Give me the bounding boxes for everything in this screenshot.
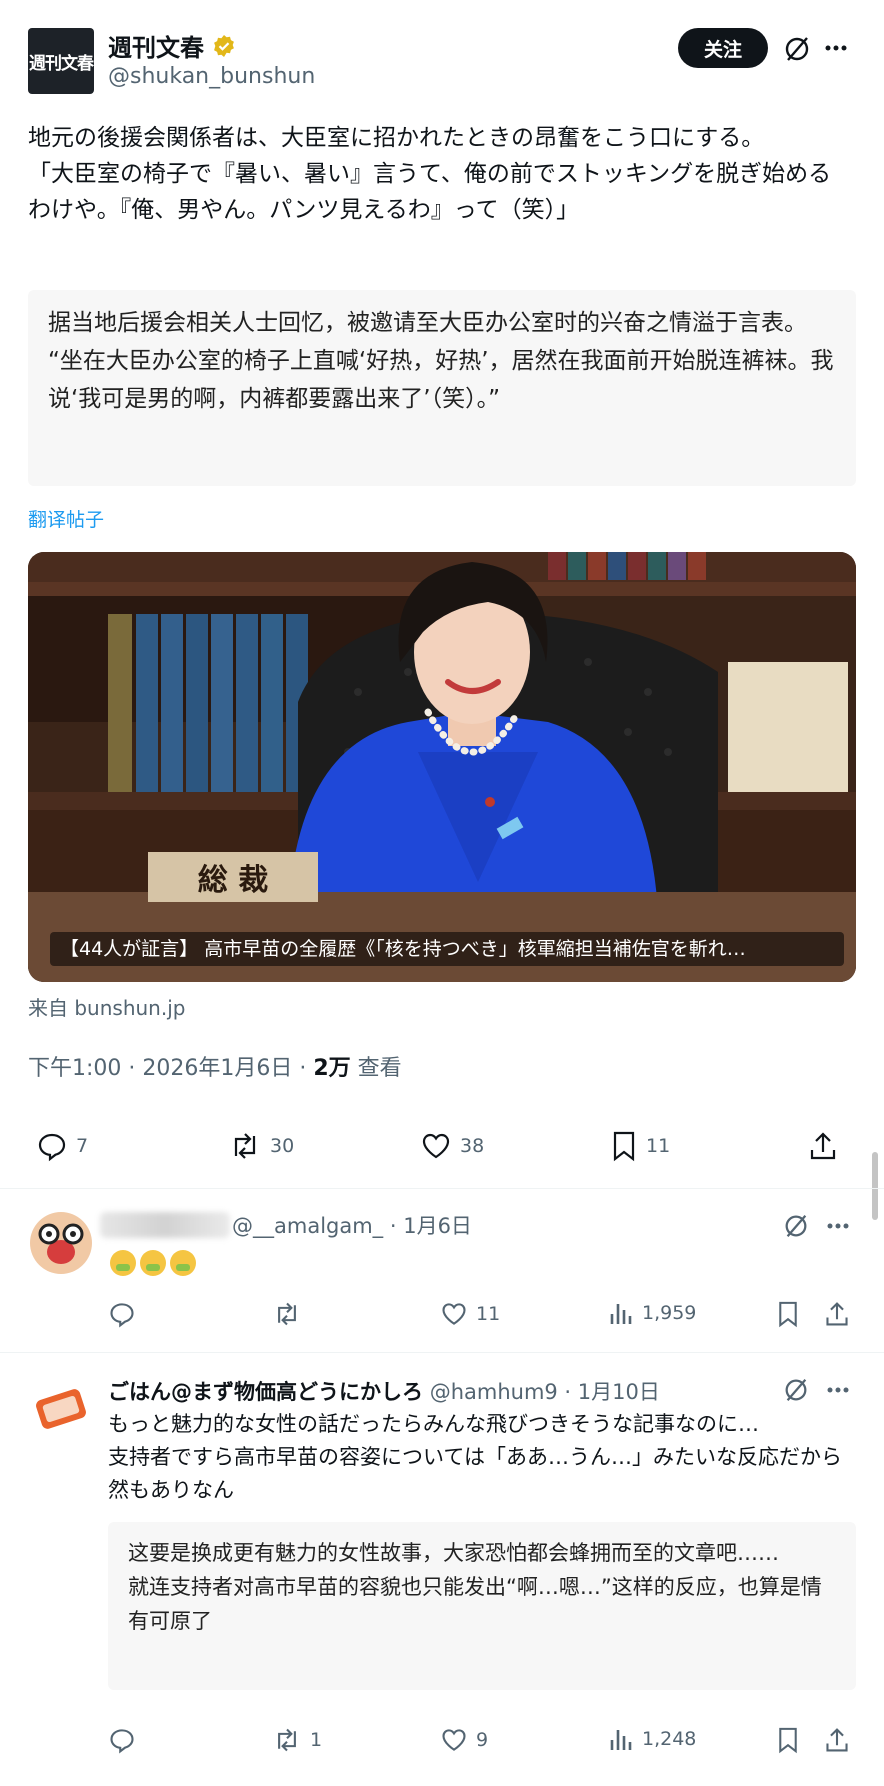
- bookmark-button[interactable]: 11: [610, 1130, 670, 1162]
- reply-avatar[interactable]: [28, 1376, 94, 1446]
- heart-icon: [420, 1130, 452, 1162]
- share-icon: [808, 1130, 838, 1162]
- post-translation: 据当地后援会相关人士回忆，被邀请至大臣办公室时的兴奋之情溢于言表。 “坐在大臣办…: [48, 310, 834, 412]
- verified-badge-icon: [212, 34, 236, 58]
- link-card-image[interactable]: 総 裁: [28, 552, 856, 982]
- repost-icon: [272, 1300, 302, 1328]
- reply-icon: [108, 1300, 136, 1328]
- author-name-row[interactable]: 週刊文春: [108, 28, 236, 63]
- translate-post-link[interactable]: 翻译帖子: [28, 505, 104, 532]
- views-count: 2万: [313, 1056, 351, 1081]
- reply-icon: [108, 1726, 136, 1754]
- share-button[interactable]: [824, 1300, 850, 1328]
- reply-author-name[interactable]: ごはん@まず物価高どうにかしろ: [108, 1380, 423, 1404]
- bookmark-icon: [776, 1300, 800, 1328]
- more-options-icon[interactable]: [824, 44, 848, 52]
- analytics-icon: [608, 1300, 634, 1326]
- post-text: 地元の後援会関係者は、大臣室に招かれたときの昂奮をこう口にする。 「大臣室の椅子…: [28, 125, 832, 223]
- reply-handle-date[interactable]: @__amalgam_ · 1月6日: [232, 1210, 472, 1240]
- like-count: 9: [476, 1729, 489, 1751]
- reply-button[interactable]: 7: [36, 1130, 88, 1162]
- grok-icon[interactable]: [782, 34, 812, 64]
- reply-author-row: ごはん@まず物価高どうにかしろ @hamhum9 · 1月10日: [108, 1376, 660, 1406]
- views-count: 1,248: [642, 1728, 697, 1750]
- reply-emoji-row: [110, 1250, 200, 1276]
- desk-nameplate: 総 裁: [198, 863, 268, 898]
- bookmark-icon: [776, 1726, 800, 1754]
- reply-avatar[interactable]: [28, 1210, 94, 1280]
- grok-icon[interactable]: [782, 1376, 810, 1404]
- nauseated-face-icon: [170, 1250, 196, 1276]
- share-button[interactable]: [808, 1130, 838, 1162]
- heart-icon: [440, 1726, 468, 1754]
- like-button[interactable]: 11: [440, 1300, 500, 1328]
- repost-icon: [228, 1130, 262, 1162]
- share-button[interactable]: [824, 1726, 850, 1754]
- reply-text: もっと魅力的な女性の話だったらみんな飛びつきそうな記事なのに… 支持者ですら高市…: [108, 1412, 842, 1502]
- share-icon: [824, 1300, 850, 1328]
- repost-button[interactable]: 1: [272, 1726, 322, 1754]
- bookmark-count: 11: [646, 1135, 671, 1157]
- heart-icon: [440, 1300, 468, 1328]
- reply-icon: [36, 1130, 68, 1162]
- card-caption: 【44人が証言】 高市早苗の全履歴《「核を持つべき」核軍縮担当補佐官を斬れ…: [50, 932, 844, 966]
- nauseated-face-icon: [140, 1250, 166, 1276]
- share-icon: [824, 1726, 850, 1754]
- author-avatar[interactable]: 週刊文春: [28, 28, 94, 94]
- bookmark-button[interactable]: [776, 1300, 800, 1328]
- like-button[interactable]: 9: [440, 1726, 488, 1754]
- views-count: 1,959: [642, 1302, 697, 1324]
- bookmark-icon: [610, 1130, 638, 1162]
- analytics-icon: [608, 1726, 634, 1752]
- follow-button[interactable]: 关注: [678, 28, 768, 68]
- repost-icon: [272, 1726, 302, 1754]
- reply-button[interactable]: [108, 1726, 136, 1754]
- more-options-icon[interactable]: [826, 1386, 850, 1394]
- reply-handle-date[interactable]: @hamhum9 · 1月10日: [430, 1380, 660, 1404]
- repost-count: 1: [310, 1729, 323, 1751]
- divider: [0, 1352, 884, 1353]
- more-options-icon[interactable]: [826, 1222, 850, 1230]
- like-button[interactable]: 38: [420, 1130, 484, 1162]
- reply-translation: 这要是换成更有魅力的女性故事，大家恐怕都会蜂拥而至的文章吧…… 就连支持者对高市…: [128, 1541, 822, 1633]
- divider: [0, 1188, 884, 1189]
- views-label: 查看: [350, 1056, 402, 1081]
- views-button[interactable]: 1,248: [608, 1726, 696, 1752]
- like-count: 11: [476, 1303, 501, 1325]
- reply-button[interactable]: [108, 1300, 136, 1328]
- like-count: 38: [460, 1135, 485, 1157]
- views-button[interactable]: 1,959: [608, 1300, 696, 1326]
- grok-icon[interactable]: [782, 1212, 810, 1240]
- repost-button[interactable]: [272, 1300, 302, 1328]
- repost-button[interactable]: 30: [228, 1130, 294, 1162]
- card-source[interactable]: 来自 bunshun.jp: [28, 992, 185, 1021]
- blurred-username: [100, 1212, 230, 1238]
- reply-count: 7: [76, 1135, 89, 1157]
- repost-count: 30: [270, 1135, 295, 1157]
- author-handle: @shukan_bunshun: [108, 64, 316, 89]
- nauseated-face-icon: [110, 1250, 136, 1276]
- scrollbar[interactable]: [872, 1152, 878, 1220]
- post-metadata: 下午1:00 · 2026年1月6日 · 2万 查看: [28, 1050, 402, 1082]
- bookmark-button[interactable]: [776, 1726, 800, 1754]
- author-name[interactable]: 週刊文春: [108, 28, 204, 63]
- post-timestamp[interactable]: 下午1:00 · 2026年1月6日 ·: [28, 1056, 313, 1081]
